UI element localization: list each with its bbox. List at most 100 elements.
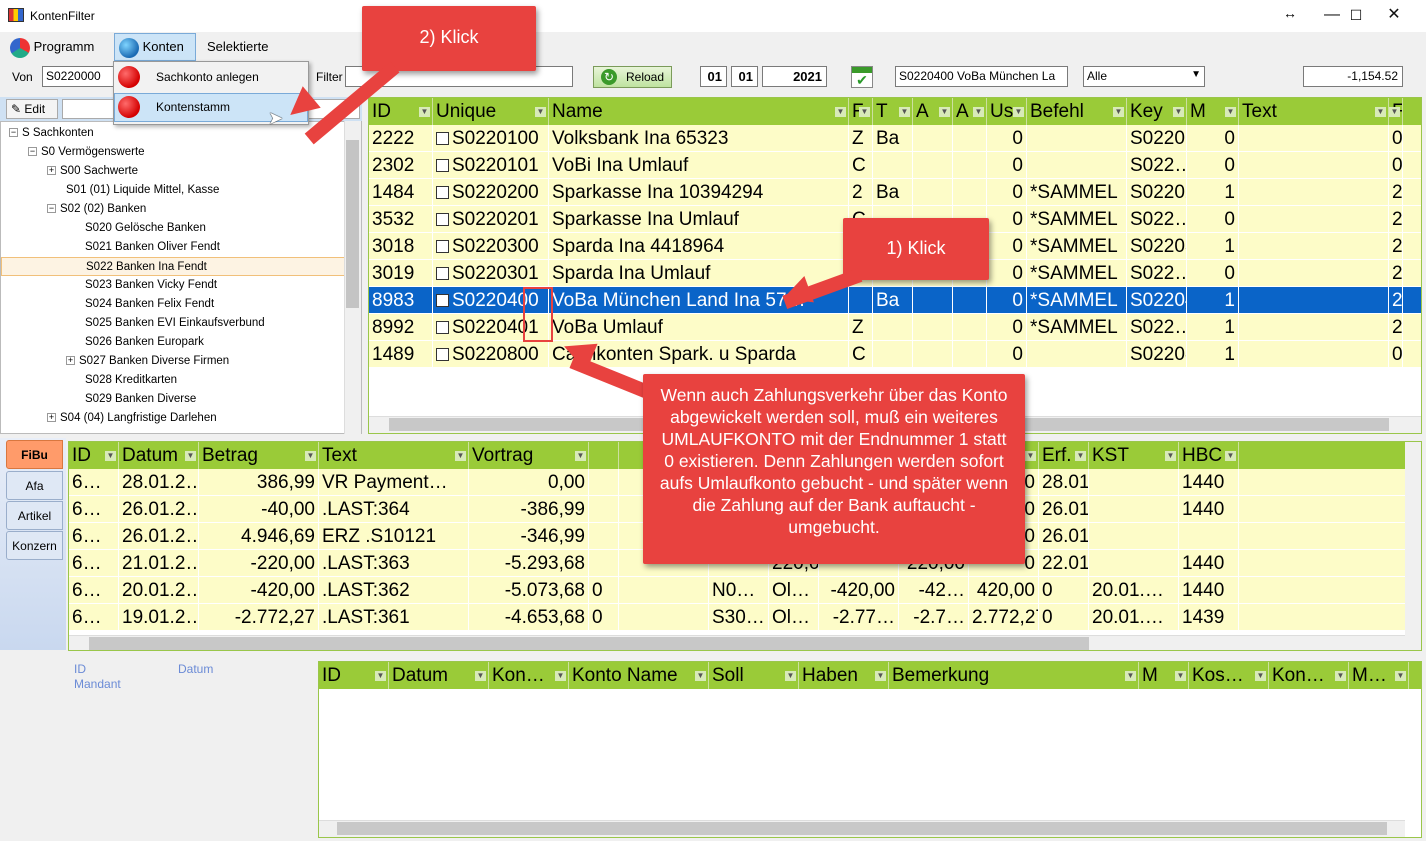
column-header[interactable] (589, 442, 619, 469)
column-header[interactable]: Konto Name ▼ (569, 662, 709, 689)
column-header[interactable]: ID ▼ (369, 98, 433, 125)
filter-icon[interactable]: ▼ (185, 451, 196, 461)
account-input[interactable]: S0220400 VoBa München La (895, 66, 1068, 87)
column-header[interactable]: Kon… ▼ (489, 662, 569, 689)
table-row[interactable]: 2302S0220101VoBi Ina UmlaufC0S022…00 (369, 152, 1421, 179)
tree-node[interactable]: S01 (01) Liquide Mittel, Kasse (66, 181, 219, 200)
table-row[interactable]: 1484 S0220200 Sparkasse Ina 10394294 2 Ba 0 *S… (369, 179, 1421, 206)
tree-node[interactable]: + S00 Sachwerte (47, 162, 138, 181)
row-checkbox[interactable] (436, 186, 449, 200)
tab-artikel[interactable]: Artikel (6, 501, 63, 530)
tree-node[interactable]: − S0 Vermögenswerte (28, 143, 145, 162)
filter-icon[interactable]: ▼ (859, 107, 870, 117)
tree-node[interactable]: + S04 (04) Langfristige Darlehen (47, 409, 217, 428)
day-field[interactable]: 01 (700, 66, 727, 87)
filter-icon[interactable]: ▼ (899, 107, 910, 117)
column-header[interactable]: ID ▼ (69, 442, 119, 469)
filter-icon[interactable]: ▼ (1125, 671, 1136, 681)
tab-fibu[interactable]: FiBu (6, 440, 63, 469)
column-header[interactable]: M ▼ (1187, 98, 1239, 125)
tree-node[interactable]: S021 Banken Oliver Fendt (85, 238, 220, 257)
filter-icon[interactable]: ▼ (785, 671, 796, 681)
filter-icon[interactable]: ▼ (875, 671, 886, 681)
filter-icon[interactable]: ▼ (575, 451, 586, 461)
von-input[interactable]: S0220000 (42, 66, 114, 87)
column-header[interactable]: M ▼ (1139, 662, 1189, 689)
filter-icon[interactable]: ▼ (1113, 107, 1124, 117)
menu-programm[interactable]: Programm (10, 34, 94, 60)
row-checkbox[interactable] (436, 348, 449, 362)
table-row[interactable]: 6… 19.01.2… -2.772,27 .LAST:361 -4.653,68 0 S3… (69, 604, 1405, 631)
filter-icon[interactable]: ▼ (973, 107, 984, 117)
column-header[interactable]: Befehl ▼ (1027, 98, 1127, 125)
column-header[interactable]: T ▼ (873, 98, 913, 125)
menu-konten[interactable]: Konten (114, 33, 196, 61)
filter-icon[interactable]: ▼ (1395, 671, 1406, 681)
menu-selektierte[interactable]: Selektierte (207, 34, 268, 60)
tree-node[interactable]: S029 Banken Diverse (85, 390, 196, 409)
column-header[interactable]: Key ▼ (1127, 98, 1187, 125)
close-button[interactable]: ✕ (1371, 0, 1417, 30)
tree-node-selected[interactable]: S022 Banken Ina Fendt (1, 257, 345, 276)
column-header[interactable]: F▼ (1389, 98, 1403, 125)
filter-icon[interactable]: ▼ (419, 107, 430, 117)
filter-icon[interactable]: ▼ (1375, 107, 1386, 117)
filter-icon[interactable]: ▼ (1025, 451, 1036, 461)
detail-hscroll-thumb[interactable] (337, 822, 1387, 835)
tree-node[interactable]: S020 Gelösche Banken (85, 219, 206, 238)
filter-select[interactable]: Alle ▼ (1083, 66, 1205, 87)
column-header[interactable]: Datum ▼ (389, 662, 489, 689)
tree-node[interactable]: S028 Kreditkarten (85, 371, 177, 390)
filter-icon[interactable]: ▼ (1175, 671, 1186, 681)
column-header[interactable]: M… ▼ (1349, 662, 1409, 689)
bookings-hscroll-thumb[interactable] (89, 637, 1089, 650)
tree-node[interactable]: S026 Banken Europark (85, 333, 204, 352)
year-field[interactable]: 2021 (762, 66, 827, 87)
filter-icon[interactable]: ▼ (105, 451, 116, 461)
column-header[interactable]: Name ▼ (549, 98, 849, 125)
column-header[interactable]: KST ▼ (1089, 442, 1179, 469)
tree-node[interactable]: S024 Banken Felix Fendt (85, 295, 214, 314)
row-checkbox[interactable] (436, 294, 449, 308)
column-header[interactable]: A ▼ (953, 98, 987, 125)
column-header[interactable]: Betrag ▼ (199, 442, 319, 469)
row-checkbox[interactable] (436, 132, 449, 146)
table-row[interactable]: 6… 20.01.2… -420,00 .LAST:362 -5.073,68 0 N0… O… (69, 577, 1405, 604)
column-header[interactable]: Text ▼ (319, 442, 469, 469)
column-header[interactable]: Us ▼ (987, 98, 1027, 125)
row-checkbox[interactable] (436, 213, 449, 227)
column-header[interactable]: Haben ▼ (799, 662, 889, 689)
column-header[interactable]: Bemerkung ▼ (889, 662, 1139, 689)
tab-konzern[interactable]: Konzern (6, 531, 63, 560)
column-header[interactable]: Kos… ▼ (1189, 662, 1269, 689)
filter-icon[interactable]: ▼ (939, 107, 950, 117)
table-row[interactable]: 1489 S0220800 Cashkonten Spark. u Sparda C 0… (369, 341, 1421, 368)
filter-icon[interactable]: ▼ (475, 671, 486, 681)
menu-sachkonto-anlegen[interactable]: Sachkonto anlegen (156, 70, 259, 84)
filter-icon[interactable]: ▼ (455, 451, 466, 461)
column-header[interactable]: Vortrag ▼ (469, 442, 589, 469)
tree-node[interactable]: − S Sachkonten (9, 124, 94, 143)
row-checkbox[interactable] (436, 267, 449, 281)
row-checkbox[interactable] (436, 159, 449, 173)
tree-node[interactable]: − S02 (02) Banken (47, 200, 146, 219)
filter-icon[interactable]: ▼ (1225, 451, 1236, 461)
filter-icon[interactable]: ▼ (1075, 451, 1086, 461)
bookings-vscroll[interactable] (1405, 442, 1421, 650)
table-row[interactable]: 2222 S0220100 Volksbank Ina 65323 Z Ba 0 S0220… (369, 125, 1421, 152)
column-header[interactable]: HBC ▼ (1179, 442, 1239, 469)
filter-icon[interactable]: ▼ (1335, 671, 1346, 681)
tree-node[interactable]: S023 Banken Vicky Fendt (85, 276, 217, 295)
column-header[interactable]: Soll ▼ (709, 662, 799, 689)
calendar-check-icon[interactable]: ✔ (851, 66, 873, 88)
filter-icon[interactable]: ▼ (375, 671, 386, 681)
row-checkbox[interactable] (436, 240, 449, 254)
filter-icon[interactable]: ▼ (535, 107, 546, 117)
filter-icon[interactable]: ▼ (305, 451, 316, 461)
tree-node[interactable]: + S027 Banken Diverse Firmen (66, 352, 229, 371)
filter-icon[interactable]: ▼ (555, 671, 566, 681)
tree-scroll-thumb[interactable] (346, 140, 359, 308)
filter-icon[interactable]: ▼ (1389, 107, 1400, 117)
filter-icon[interactable]: ▼ (1225, 107, 1236, 117)
tab-afa[interactable]: Afa (6, 471, 63, 500)
